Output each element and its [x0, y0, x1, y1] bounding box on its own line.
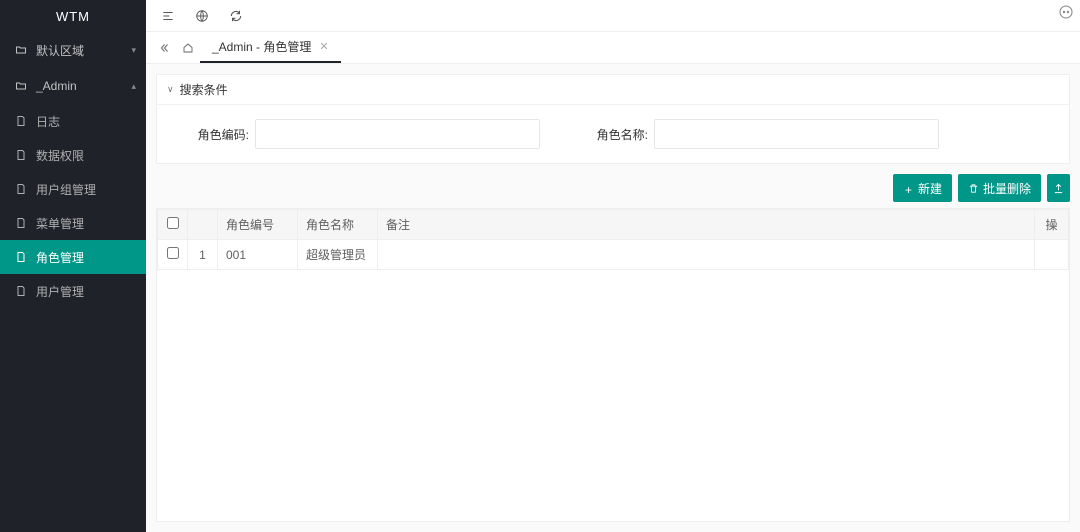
cell-role-name: 超级管理员 — [298, 240, 378, 270]
col-operations: 操 — [1035, 210, 1069, 240]
table-row[interactable]: 1 001 超级管理员 — [158, 240, 1069, 270]
file-icon — [14, 148, 28, 162]
cell-role-code: 001 — [218, 240, 298, 270]
sidebar-item-label: 用户管理 — [36, 283, 84, 300]
sidebar: WTM 默认区域 ▾ _Admin ▴ 日志 — [0, 0, 146, 532]
globe-icon[interactable] — [190, 4, 214, 28]
search-panel: ∨ 搜索条件 角色编码: 角色名称: — [156, 74, 1070, 164]
col-role-code: 角色编号 — [218, 210, 298, 240]
sidebar-item-user[interactable]: 用户管理 — [0, 274, 146, 308]
sidebar-item-label: 角色管理 — [36, 249, 84, 266]
search-panel-title: 搜索条件 — [180, 81, 228, 98]
sidebar-group-label: 默认区域 — [36, 42, 84, 59]
select-all-checkbox[interactable] — [167, 217, 179, 229]
sidebar-item-user-group[interactable]: 用户组管理 — [0, 172, 146, 206]
action-row: + 新建 批量删除 — [156, 174, 1070, 202]
sidebar-item-label: 日志 — [36, 113, 60, 130]
content: ∨ 搜索条件 角色编码: 角色名称: — [146, 64, 1080, 532]
batch-delete-button[interactable]: 批量删除 — [958, 174, 1041, 202]
create-button[interactable]: + 新建 — [893, 174, 952, 202]
file-icon — [14, 182, 28, 196]
folder-icon — [14, 79, 28, 93]
row-index: 1 — [188, 240, 218, 270]
button-label: 新建 — [918, 180, 942, 197]
menu-collapse-icon[interactable] — [156, 4, 180, 28]
table-header-row: 角色编号 角色名称 备注 操 — [158, 210, 1069, 240]
sidebar-nav: 默认区域 ▾ _Admin ▴ 日志 数据权限 用户 — [0, 32, 146, 532]
plus-icon: + — [903, 183, 914, 194]
row-checkbox[interactable] — [167, 247, 179, 259]
sidebar-item-menu[interactable]: 菜单管理 — [0, 206, 146, 240]
upload-icon — [1053, 183, 1064, 194]
trash-icon — [968, 183, 979, 194]
sidebar-item-role[interactable]: 角色管理 — [0, 240, 146, 274]
chevron-down-icon: ▾ — [131, 45, 136, 56]
sidebar-group-default[interactable]: 默认区域 ▾ — [0, 32, 146, 68]
role-table: 角色编号 角色名称 备注 操 1 001 超级管理员 — [156, 208, 1070, 522]
sidebar-group-admin[interactable]: _Admin ▴ — [0, 68, 146, 104]
main-area: _Admin - 角色管理 ✕ ∨ 搜索条件 角色编码: — [146, 0, 1080, 532]
col-role-name: 角色名称 — [298, 210, 378, 240]
role-code-label: 角色编码: — [181, 126, 249, 143]
topbar — [146, 0, 1080, 32]
file-icon — [14, 250, 28, 264]
cell-operations[interactable] — [1035, 240, 1069, 270]
sidebar-item-label: 菜单管理 — [36, 215, 84, 232]
file-icon — [14, 216, 28, 230]
tabs-prev-icon[interactable] — [152, 32, 176, 63]
role-name-label: 角色名称: — [580, 126, 648, 143]
tab-close-icon[interactable]: ✕ — [319, 40, 328, 53]
sidebar-item-label: 用户组管理 — [36, 181, 96, 198]
home-tab-icon[interactable] — [176, 32, 200, 63]
tab-role-management[interactable]: _Admin - 角色管理 ✕ — [200, 32, 341, 63]
file-icon — [14, 284, 28, 298]
extra-button[interactable] — [1047, 174, 1070, 202]
chevron-up-icon: ▴ — [131, 81, 136, 92]
tab-label: _Admin - 角色管理 — [212, 38, 311, 55]
col-index — [188, 210, 218, 240]
col-remark: 备注 — [378, 210, 1035, 240]
sidebar-group-label: _Admin — [36, 79, 77, 93]
app-logo: WTM — [0, 0, 146, 32]
cell-remark — [378, 240, 1035, 270]
tabstrip: _Admin - 角色管理 ✕ — [146, 32, 1080, 64]
role-code-input[interactable] — [255, 119, 540, 149]
sidebar-item-log[interactable]: 日志 — [0, 104, 146, 138]
search-panel-header[interactable]: ∨ 搜索条件 — [157, 75, 1069, 105]
refresh-icon[interactable] — [224, 4, 248, 28]
chevron-down-icon: ∨ — [167, 84, 174, 95]
more-icon[interactable] — [1058, 4, 1074, 23]
file-icon — [14, 114, 28, 128]
role-name-input[interactable] — [654, 119, 939, 149]
button-label: 批量删除 — [983, 180, 1031, 197]
sidebar-item-label: 数据权限 — [36, 147, 84, 164]
folder-icon — [14, 43, 28, 57]
sidebar-item-data-perm[interactable]: 数据权限 — [0, 138, 146, 172]
